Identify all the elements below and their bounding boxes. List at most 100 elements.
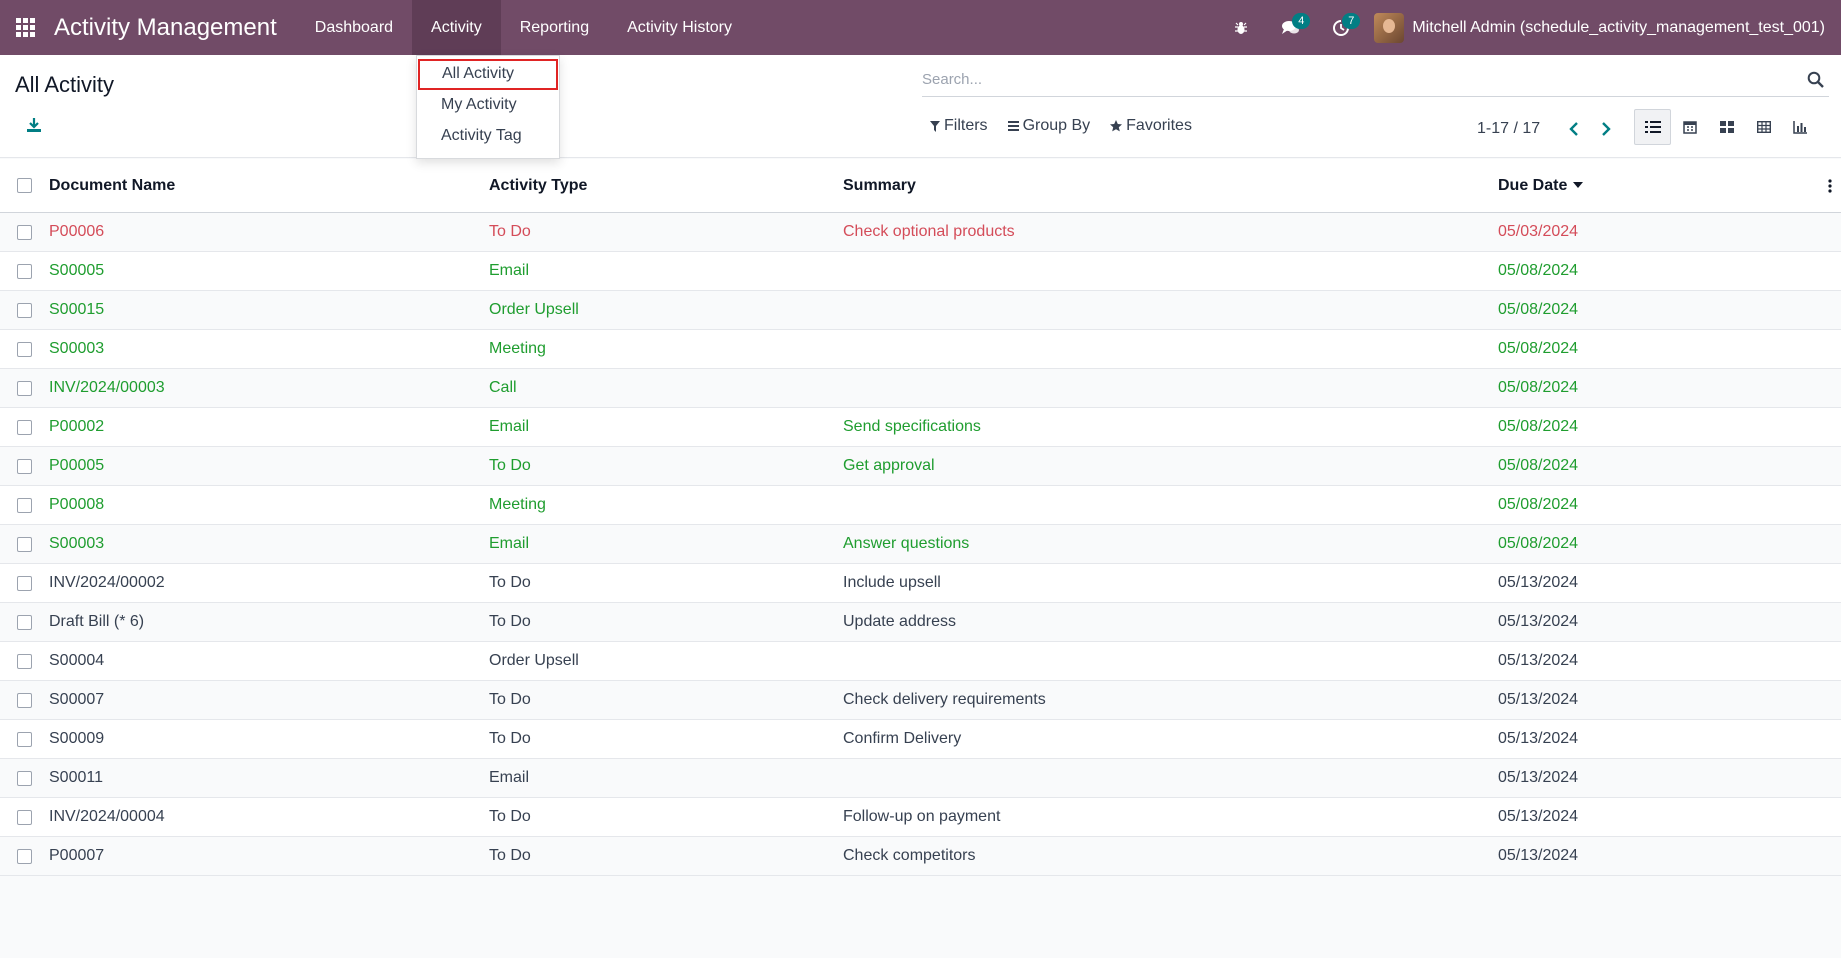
row-checkbox[interactable] xyxy=(16,692,32,708)
column-header-document[interactable]: Document Name xyxy=(48,177,489,195)
cell-activity-type: To Do xyxy=(489,847,531,864)
row-checkbox[interactable] xyxy=(16,536,32,552)
table-row[interactable]: P00002 Email Send specifications 05/08/2024 xyxy=(0,408,1841,447)
row-select-cell xyxy=(0,497,48,513)
menu-reporting[interactable]: Reporting xyxy=(501,0,608,55)
table-row[interactable]: S00005 Email 05/08/2024 xyxy=(0,252,1841,291)
row-select-cell xyxy=(0,575,48,591)
kanban-view-icon[interactable] xyxy=(1708,109,1745,145)
row-checkbox[interactable] xyxy=(16,302,32,318)
cell-activity-type: To Do xyxy=(489,808,531,825)
row-checkbox[interactable] xyxy=(16,263,32,279)
group-by-button[interactable]: Group By xyxy=(1007,117,1090,135)
pager-value[interactable]: 1-17 / 17 xyxy=(1477,120,1540,138)
cell-due-date: 05/13/2024 xyxy=(1498,691,1579,708)
row-checkbox[interactable] xyxy=(16,848,32,864)
row-checkbox[interactable] xyxy=(16,809,32,825)
download-icon[interactable] xyxy=(26,117,44,135)
cell-activity-type: To Do xyxy=(489,730,531,747)
list-view-icon[interactable] xyxy=(1634,109,1671,145)
cell-due-date: 05/08/2024 xyxy=(1498,340,1579,357)
activities-clock-icon[interactable]: 7 xyxy=(1316,0,1366,55)
table-row[interactable]: INV/2024/00002 To Do Include upsell 05/13/2… xyxy=(0,564,1841,603)
cell-activity-type: Email xyxy=(489,418,530,435)
table-row[interactable]: P00007 To Do Check competitors 05/13/2024 xyxy=(0,837,1841,876)
view-switcher xyxy=(1634,109,1819,145)
row-checkbox[interactable] xyxy=(16,419,32,435)
table-row[interactable]: P00006 To Do Check optional products 05/03/… xyxy=(0,213,1841,252)
table-row[interactable]: S00003 Meeting 05/08/2024 xyxy=(0,330,1841,369)
cell-document-name: P00005 xyxy=(49,457,105,474)
cell-due-date: 05/08/2024 xyxy=(1498,301,1579,318)
row-select-cell xyxy=(0,302,48,318)
row-checkbox[interactable] xyxy=(16,341,32,357)
table-row[interactable]: S00007 To Do Check delivery requirements 05… xyxy=(0,681,1841,720)
search-icon[interactable] xyxy=(1807,71,1825,89)
control-panel: All Activity Filters Group By Favorites … xyxy=(0,55,1841,158)
row-select-cell xyxy=(0,614,48,630)
cell-summary: Answer questions xyxy=(843,535,970,552)
dropdown-item-all-activity[interactable]: All Activity xyxy=(418,59,558,90)
table-header: Document Name Activity Type Summary Due … xyxy=(0,159,1841,213)
pivot-view-icon[interactable] xyxy=(1745,109,1782,145)
cell-document-name: S00009 xyxy=(49,730,105,747)
row-select-cell xyxy=(0,263,48,279)
row-select-cell xyxy=(0,653,48,669)
activity-dropdown-menu: All Activity My Activity Activity Tag xyxy=(416,55,560,159)
cell-activity-type: Email xyxy=(489,262,530,279)
column-options-icon[interactable] xyxy=(1818,178,1841,193)
table-row[interactable]: S00015 Order Upsell 05/08/2024 xyxy=(0,291,1841,330)
dropdown-item-my-activity[interactable]: My Activity xyxy=(417,90,559,121)
chevron-left-icon[interactable] xyxy=(1558,116,1590,142)
cell-due-date: 05/08/2024 xyxy=(1498,535,1579,552)
row-checkbox[interactable] xyxy=(16,224,32,240)
cell-summary: Check competitors xyxy=(843,847,976,864)
dropdown-item-activity-tag[interactable]: Activity Tag xyxy=(417,121,559,152)
chevron-right-icon[interactable] xyxy=(1590,116,1622,142)
cell-due-date: 05/13/2024 xyxy=(1498,730,1579,747)
column-header-summary[interactable]: Summary xyxy=(843,177,1498,195)
pager: 1-17 / 17 xyxy=(1477,116,1622,142)
table-row[interactable]: Draft Bill (* 6) To Do Update address 05/13… xyxy=(0,603,1841,642)
cell-document-name: P00002 xyxy=(49,418,105,435)
menu-activity[interactable]: Activity xyxy=(412,0,501,55)
favorites-button[interactable]: Favorites xyxy=(1110,117,1192,135)
row-checkbox[interactable] xyxy=(16,770,32,786)
app-brand[interactable]: Activity Management xyxy=(50,14,296,42)
cell-summary: Follow-up on payment xyxy=(843,808,1001,825)
search-input[interactable] xyxy=(922,71,1808,88)
row-checkbox[interactable] xyxy=(16,614,32,630)
table-row[interactable]: P00005 To Do Get approval 05/08/2024 xyxy=(0,447,1841,486)
user-menu[interactable]: Mitchell Admin (schedule_activity_manage… xyxy=(1374,12,1825,43)
table-row[interactable]: S00003 Email Answer questions 05/08/2024 xyxy=(0,525,1841,564)
row-select-cell xyxy=(0,419,48,435)
calendar-view-icon[interactable] xyxy=(1671,109,1708,145)
row-checkbox[interactable] xyxy=(16,575,32,591)
menu-dashboard[interactable]: Dashboard xyxy=(296,0,412,55)
row-checkbox[interactable] xyxy=(16,731,32,747)
table-row[interactable]: S00009 To Do Confirm Delivery 05/13/2024 xyxy=(0,720,1841,759)
table-row[interactable]: INV/2024/00003 Call 05/08/2024 xyxy=(0,369,1841,408)
cell-summary: Check optional products xyxy=(843,223,1015,240)
column-header-due-date[interactable]: Due Date xyxy=(1498,177,1818,195)
row-checkbox[interactable] xyxy=(16,380,32,396)
messages-chat-icon[interactable]: 4 xyxy=(1266,0,1316,55)
filters-button[interactable]: Filters xyxy=(930,117,988,135)
cell-document-name: INV/2024/00004 xyxy=(49,808,165,825)
apps-menu-icon[interactable] xyxy=(0,0,50,55)
cell-document-name: INV/2024/00002 xyxy=(49,574,165,591)
debug-bug-icon[interactable] xyxy=(1216,0,1266,55)
table-row[interactable]: P00008 Meeting 05/08/2024 xyxy=(0,486,1841,525)
column-header-activity-type[interactable]: Activity Type xyxy=(489,177,843,195)
menu-activity-history[interactable]: Activity History xyxy=(608,0,751,55)
graph-view-icon[interactable] xyxy=(1782,109,1819,145)
select-all-checkbox[interactable] xyxy=(16,178,32,193)
row-checkbox[interactable] xyxy=(16,458,32,474)
table-row[interactable]: INV/2024/00004 To Do Follow-up on payment 0… xyxy=(0,798,1841,837)
row-select-cell xyxy=(0,536,48,552)
row-checkbox[interactable] xyxy=(16,653,32,669)
cell-activity-type: To Do xyxy=(489,574,531,591)
row-checkbox[interactable] xyxy=(16,497,32,513)
table-row[interactable]: S00004 Order Upsell 05/13/2024 xyxy=(0,642,1841,681)
table-row[interactable]: S00011 Email 05/13/2024 xyxy=(0,759,1841,798)
